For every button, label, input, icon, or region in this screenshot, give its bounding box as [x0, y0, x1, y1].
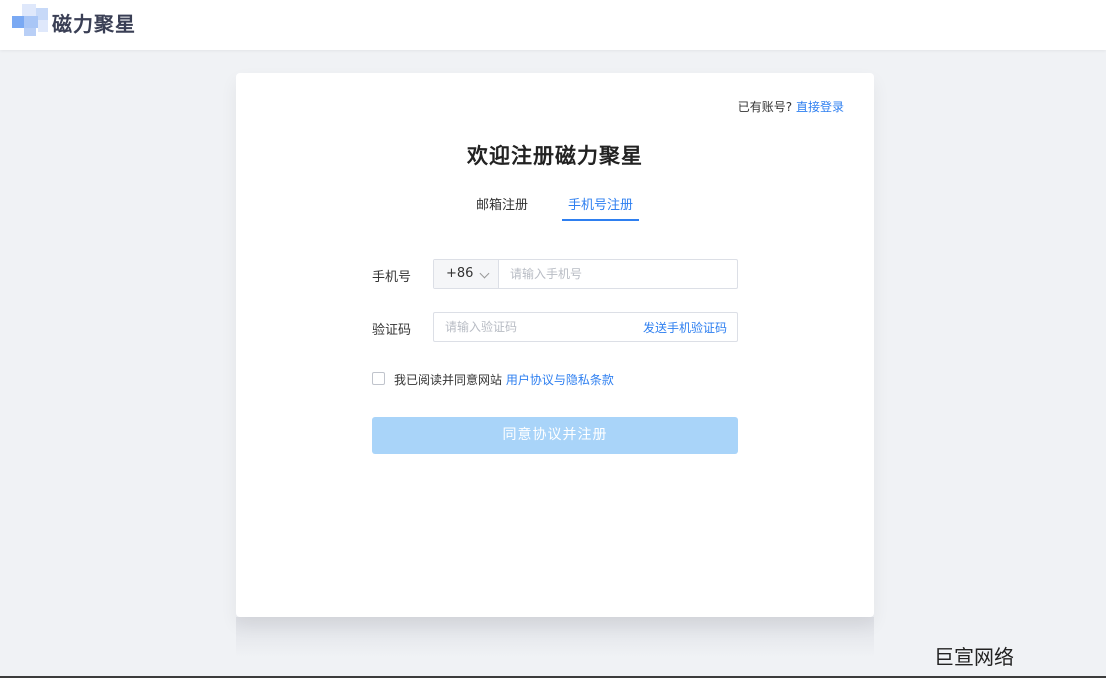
tab-phone-register[interactable]: 手机号注册 — [562, 194, 640, 221]
card-shadow — [236, 617, 874, 657]
brand-logo[interactable]: 磁力聚星 — [12, 4, 136, 40]
brand-logo-icon — [12, 4, 50, 40]
country-code-select[interactable]: +86 — [434, 260, 499, 288]
phone-input[interactable] — [499, 260, 737, 288]
code-field: 发送手机验证码 — [433, 312, 738, 342]
register-card: 已有账号? 直接登录 欢迎注册磁力聚星 邮箱注册 手机号注册 手机号 +86 验… — [236, 73, 874, 617]
brand-name: 磁力聚星 — [52, 11, 136, 36]
login-prompt: 已有账号? 直接登录 — [738, 98, 844, 115]
login-link[interactable]: 直接登录 — [796, 100, 844, 114]
register-tabs: 邮箱注册 手机号注册 — [236, 194, 874, 221]
send-code-button[interactable]: 发送手机验证码 — [643, 319, 727, 336]
login-prompt-text: 已有账号? — [737, 100, 793, 114]
code-label: 验证码 — [372, 323, 412, 338]
phone-row: 手机号 +86 — [372, 259, 738, 289]
register-submit-button[interactable]: 同意协议并注册 — [372, 417, 738, 454]
agreement-text: 我已阅读并同意网站 — [394, 373, 503, 387]
phone-label: 手机号 — [372, 270, 412, 285]
country-code-value: +86 — [446, 266, 474, 281]
top-header: 磁力聚星 — [0, 0, 1106, 50]
phone-field: +86 — [433, 259, 738, 289]
chevron-down-icon — [479, 268, 490, 279]
agreement-checkbox[interactable] — [372, 372, 385, 385]
watermark-text: 巨宣网络 — [934, 645, 1014, 669]
code-input[interactable] — [434, 313, 624, 341]
code-row: 验证码 发送手机验证码 — [372, 312, 738, 342]
page-title: 欢迎注册磁力聚星 — [467, 144, 643, 168]
tab-email-register[interactable]: 邮箱注册 — [470, 194, 534, 219]
agreement-text-wrap: 我已阅读并同意网站 用户协议与隐私条款 — [394, 371, 614, 388]
agreement-link[interactable]: 用户协议与隐私条款 — [506, 373, 614, 387]
